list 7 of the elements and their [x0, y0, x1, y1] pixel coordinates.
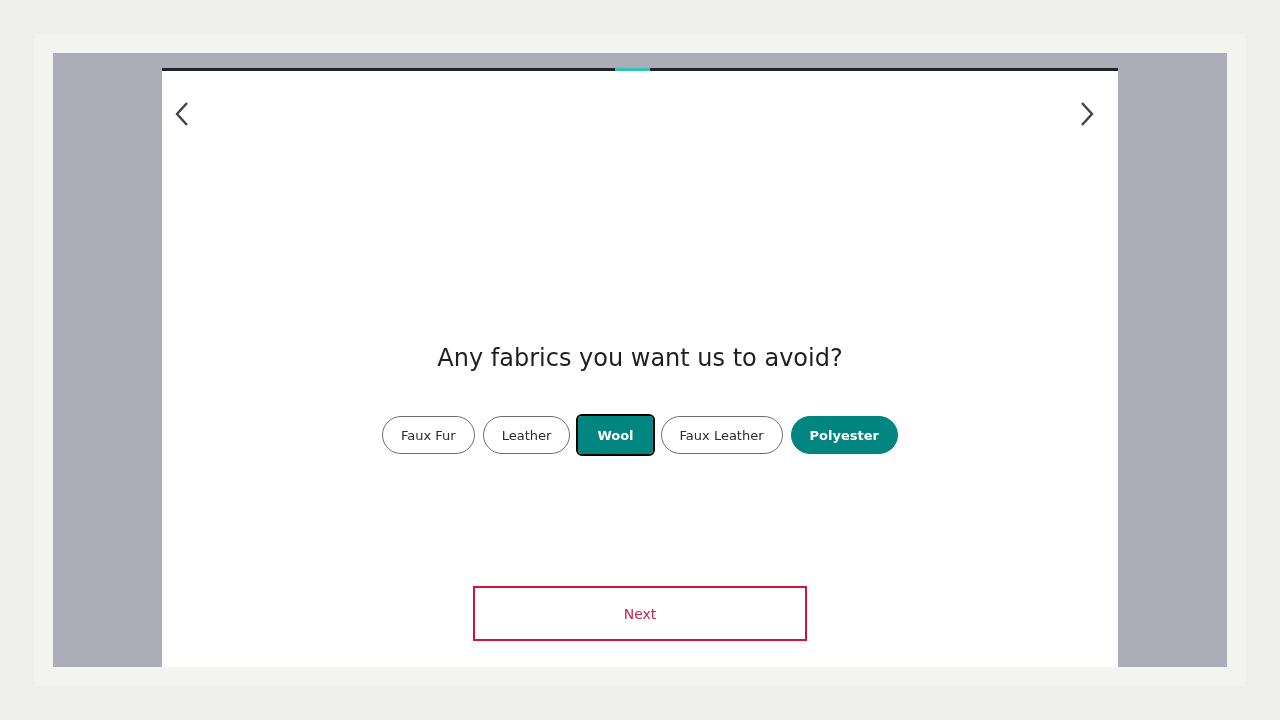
fabric-option[interactable]: Polyester — [790, 416, 898, 454]
fabric-option[interactable]: Leather — [482, 416, 571, 454]
fabric-option[interactable]: Faux Fur — [382, 416, 475, 454]
question-heading: Any fabrics you want us to avoid? — [436, 344, 844, 372]
fabric-option[interactable]: Faux Leather — [660, 416, 783, 454]
fabric-option[interactable]: Wool — [578, 416, 653, 454]
next-button[interactable]: Next — [473, 586, 807, 641]
